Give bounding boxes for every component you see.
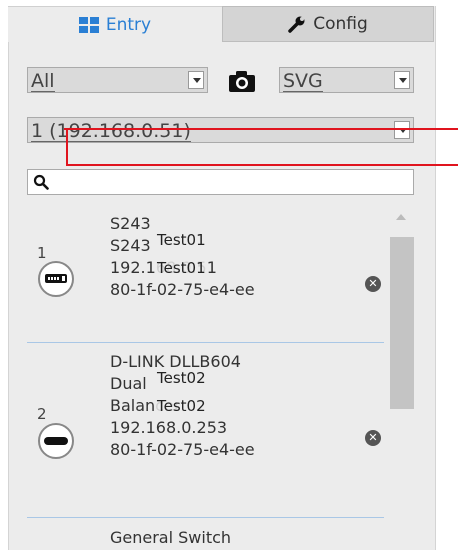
overlay-label: Test02 <box>155 397 208 415</box>
camera-icon[interactable] <box>228 69 256 93</box>
chevron-down-icon[interactable] <box>394 71 410 89</box>
search-input[interactable] <box>54 172 408 194</box>
device-line: 80-1f-02-75-e4-ee <box>110 280 255 299</box>
format-select-value: SVG <box>283 70 323 92</box>
scrollbar-thumb[interactable] <box>390 237 414 409</box>
device-info: S243 S243 192.168.0.51 80-1f-02-75-e4-ee <box>110 213 255 301</box>
overlay-label: Test02 <box>155 369 208 387</box>
tab-config[interactable]: Config <box>222 6 434 42</box>
chevron-down-icon[interactable] <box>188 71 204 89</box>
device-line: 192.168.0.253 <box>110 418 228 437</box>
list-item[interactable]: 1 S243 S243 192.168.0.51 80-1f-02-75-e4-… <box>27 205 384 342</box>
annotation-line <box>68 164 458 166</box>
remove-device-button[interactable]: ✕ <box>365 276 381 292</box>
overlay-label: Test01 <box>155 231 208 249</box>
annotation-line <box>66 128 68 166</box>
remove-device-button[interactable]: ✕ <box>365 430 381 446</box>
filter-select-value: All <box>31 70 55 92</box>
tab-entry[interactable]: Entry <box>8 6 222 42</box>
device-line: General Switch <box>110 528 232 547</box>
device-info: General Switch <box>110 527 231 549</box>
tab-bar: Entry Config <box>8 6 434 44</box>
host-select[interactable]: 1 (192.168.0.51) <box>27 117 414 143</box>
wrench-icon <box>288 15 306 33</box>
chevron-down-icon[interactable] <box>394 121 410 139</box>
tab-config-label: Config <box>313 14 368 34</box>
host-select-value: 1 (192.168.0.51) <box>31 120 191 142</box>
switch-device-icon <box>38 261 74 297</box>
device-list: 1 S243 S243 192.168.0.51 80-1f-02-75-e4-… <box>27 205 389 550</box>
scroll-up-icon[interactable] <box>396 214 406 220</box>
balancer-device-icon <box>38 423 74 459</box>
grid-icon <box>78 16 99 33</box>
search-icon <box>33 174 49 194</box>
annotation-line <box>64 128 458 130</box>
filter-select[interactable]: All <box>27 67 208 93</box>
format-select[interactable]: SVG <box>279 67 414 93</box>
list-item[interactable]: 2 D-LINK DLLB604 Dual Balancer 192.168.0… <box>27 343 384 518</box>
list-item[interactable]: General Switch <box>27 518 384 550</box>
device-line: 80-1f-02-75-e4-ee <box>110 440 255 459</box>
overlay-label: Test01 <box>155 259 208 277</box>
tab-entry-label: Entry <box>105 14 152 35</box>
search-field[interactable] <box>27 169 414 195</box>
device-number: 2 <box>37 405 47 423</box>
device-number: 1 <box>37 244 47 262</box>
